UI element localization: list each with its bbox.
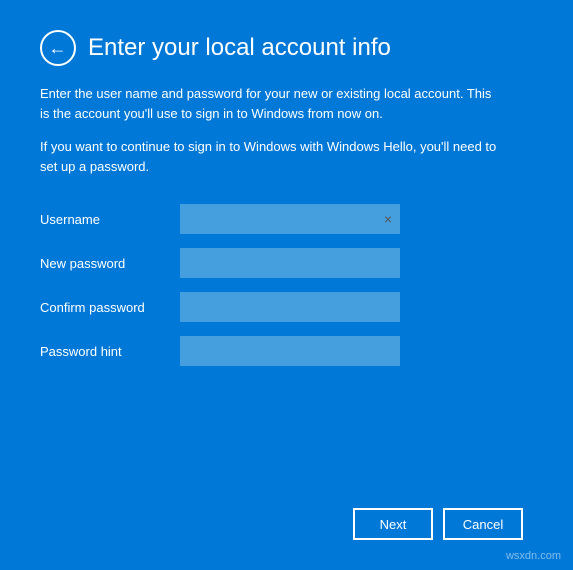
new-password-input-wrapper bbox=[180, 248, 400, 278]
new-password-input[interactable] bbox=[180, 248, 400, 278]
page-title: Enter your local account info bbox=[88, 34, 391, 62]
confirm-password-row: Confirm password bbox=[40, 292, 533, 322]
form-section: Username × New password Confirm password… bbox=[40, 204, 533, 380]
password-hint-input-wrapper bbox=[180, 336, 400, 366]
header: ← Enter your local account info bbox=[40, 30, 533, 66]
username-input[interactable] bbox=[180, 204, 400, 234]
back-arrow-icon: ← bbox=[49, 39, 67, 57]
new-password-row: New password bbox=[40, 248, 533, 278]
confirm-password-label: Confirm password bbox=[40, 300, 180, 315]
username-clear-button[interactable]: × bbox=[380, 210, 396, 228]
next-button[interactable]: Next bbox=[353, 508, 433, 540]
description-line1: Enter the user name and password for you… bbox=[40, 84, 500, 123]
password-hint-row: Password hint bbox=[40, 336, 533, 366]
password-hint-input[interactable] bbox=[180, 336, 400, 366]
description-line2: If you want to continue to sign in to Wi… bbox=[40, 137, 500, 176]
back-button[interactable]: ← bbox=[40, 30, 76, 66]
username-label: Username bbox=[40, 212, 180, 227]
cancel-button[interactable]: Cancel bbox=[443, 508, 523, 540]
password-hint-label: Password hint bbox=[40, 344, 180, 359]
new-password-label: New password bbox=[40, 256, 180, 271]
watermark: wsxdn.com bbox=[506, 550, 561, 562]
username-input-wrapper: × bbox=[180, 204, 400, 234]
main-container: ← Enter your local account info Enter th… bbox=[0, 0, 573, 570]
footer: Next Cancel bbox=[40, 508, 533, 540]
confirm-password-input-wrapper bbox=[180, 292, 400, 322]
username-row: Username × bbox=[40, 204, 533, 234]
confirm-password-input[interactable] bbox=[180, 292, 400, 322]
